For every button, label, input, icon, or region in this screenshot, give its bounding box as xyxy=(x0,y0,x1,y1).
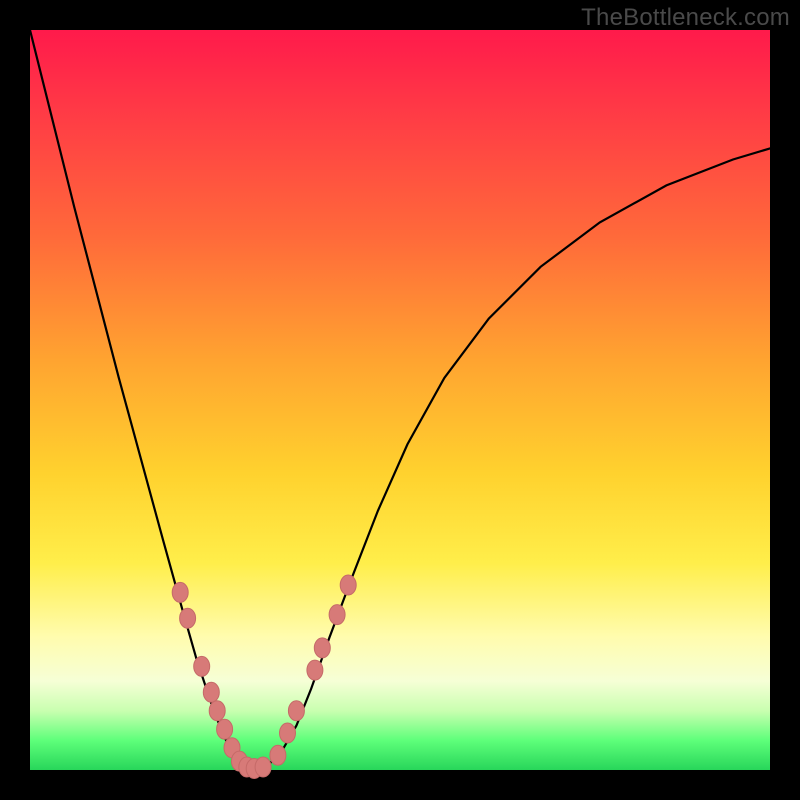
curve-marker xyxy=(217,719,233,739)
curve-marker xyxy=(280,723,296,743)
markers-group xyxy=(172,575,356,779)
chart-svg xyxy=(30,30,770,770)
curve-marker xyxy=(203,682,219,702)
bottleneck-curve-line xyxy=(30,30,770,769)
curve-marker xyxy=(194,656,210,676)
curve-marker xyxy=(172,582,188,602)
curve-marker xyxy=(255,757,271,777)
plot-area xyxy=(30,30,770,770)
curve-marker xyxy=(180,608,196,628)
curve-marker xyxy=(288,701,304,721)
curve-marker xyxy=(340,575,356,595)
curve-marker xyxy=(209,701,225,721)
curve-marker xyxy=(307,660,323,680)
chart-frame: TheBottleneck.com xyxy=(0,0,800,800)
curve-marker xyxy=(329,605,345,625)
curve-marker xyxy=(270,745,286,765)
watermark-text: TheBottleneck.com xyxy=(581,4,790,32)
curve-marker xyxy=(314,638,330,658)
